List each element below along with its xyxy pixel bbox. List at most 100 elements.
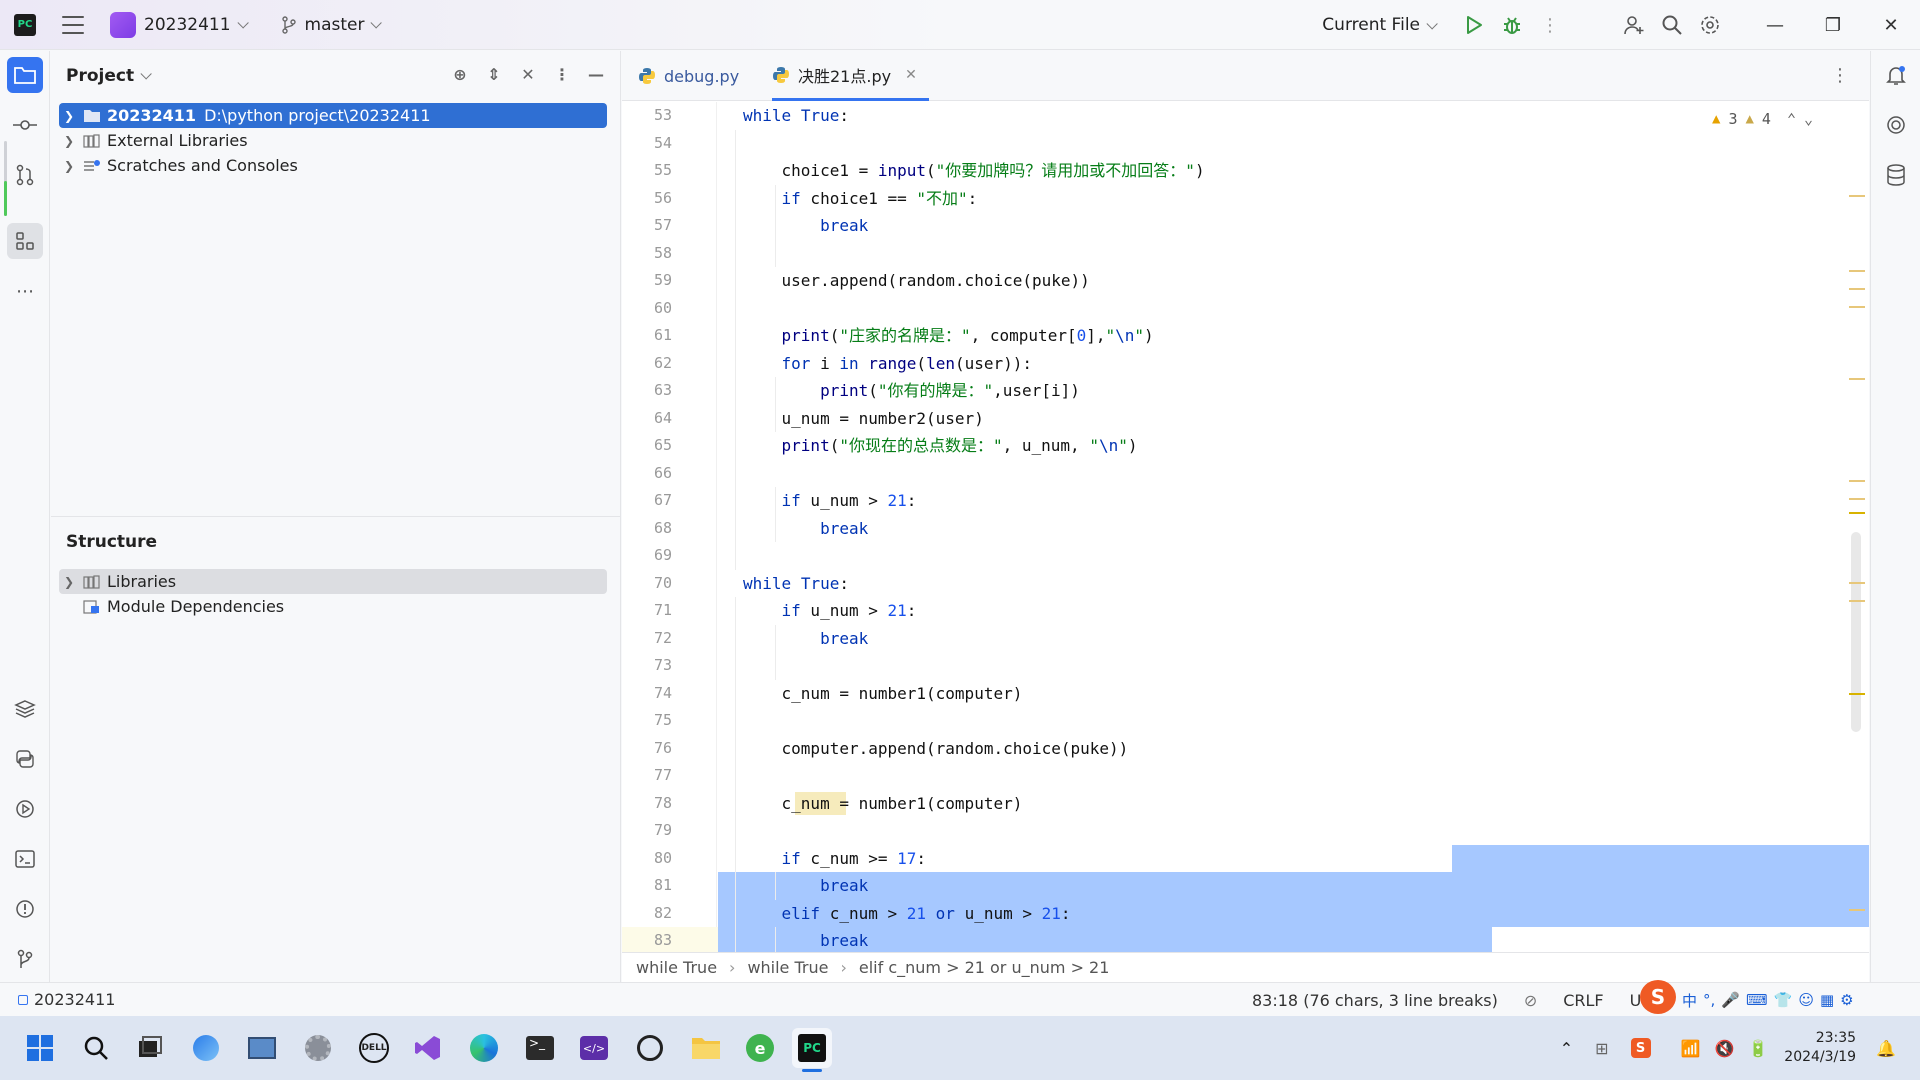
- breadcrumb-item[interactable]: elif c_num > 21 or u_num > 21: [859, 958, 1110, 977]
- tree-item-module-dependencies[interactable]: Module Dependencies: [59, 594, 607, 619]
- battery-icon[interactable]: 🔋: [1748, 1039, 1768, 1058]
- breadcrumb-item[interactable]: while True: [636, 958, 717, 977]
- code-line[interactable]: 71 if u_num > 21:: [622, 597, 1869, 625]
- dev-home-icon[interactable]: </>: [574, 1028, 614, 1068]
- code-line[interactable]: 69: [622, 542, 1869, 570]
- code-line[interactable]: 83 break: [622, 927, 1869, 952]
- code-line[interactable]: 61 print("庄家的名牌是：", computer[0],"\n"): [622, 322, 1869, 350]
- python-packages-icon[interactable]: [7, 691, 43, 727]
- tree-item-libraries[interactable]: ❯ Libraries: [59, 569, 607, 594]
- code-line[interactable]: 82 elif c_num > 21 or u_num > 21:: [622, 900, 1869, 928]
- code-line[interactable]: 59 user.append(random.choice(puke)): [622, 267, 1869, 295]
- code-line[interactable]: 53 while True:: [622, 102, 1869, 130]
- python-console-icon[interactable]: [7, 741, 43, 777]
- code-line[interactable]: 68 break: [622, 515, 1869, 543]
- sogou-ime-logo-icon[interactable]: S: [1640, 980, 1676, 1014]
- visual-studio-icon[interactable]: [408, 1028, 448, 1068]
- ime-keyboard-icon[interactable]: ⌨: [1746, 991, 1768, 1009]
- code-line[interactable]: 60: [622, 295, 1869, 323]
- code-line[interactable]: 67 if u_num > 21:: [622, 487, 1869, 515]
- search-icon[interactable]: [1660, 13, 1684, 37]
- pycharm-logo-icon[interactable]: PC: [14, 13, 36, 36]
- more-tools-icon[interactable]: ⋯: [7, 273, 43, 309]
- code-line[interactable]: 70 while True:: [622, 570, 1869, 598]
- chevron-right-icon[interactable]: ❯: [59, 575, 79, 589]
- chevron-down-icon[interactable]: [140, 68, 152, 80]
- windows-start-icon[interactable]: [20, 1028, 60, 1068]
- expand-all-icon[interactable]: ⇕: [484, 64, 504, 84]
- collapse-all-icon[interactable]: ✕: [518, 64, 538, 84]
- options-icon[interactable]: ⋮: [552, 64, 572, 84]
- code-line[interactable]: 72 break: [622, 625, 1869, 653]
- project-panel-title[interactable]: Project: [66, 66, 134, 86]
- editor-scrollbar[interactable]: [1851, 532, 1861, 732]
- debug-icon[interactable]: [1500, 13, 1524, 37]
- code-line[interactable]: 79: [622, 817, 1869, 845]
- more-actions-icon[interactable]: ⋮: [1538, 13, 1562, 37]
- code-line[interactable]: 56 if choice1 == "不加":: [622, 185, 1869, 213]
- show-hidden-icons-icon[interactable]: ⌃: [1560, 1039, 1573, 1058]
- code-line[interactable]: 58: [622, 240, 1869, 268]
- project-badge-icon[interactable]: [110, 11, 136, 38]
- problems-icon[interactable]: [7, 891, 43, 927]
- minimize-button[interactable]: —: [1746, 0, 1804, 50]
- code-line[interactable]: 62 for i in range(len(user)):: [622, 350, 1869, 378]
- edge-browser-icon[interactable]: [464, 1028, 504, 1068]
- chevron-down-icon[interactable]: [236, 16, 249, 29]
- chevron-right-icon[interactable]: ❯: [59, 134, 79, 148]
- settings-app-icon[interactable]: [298, 1028, 338, 1068]
- project-folder-icon[interactable]: [7, 57, 43, 93]
- task-view-icon[interactable]: [130, 1028, 170, 1068]
- commit-icon[interactable]: [7, 107, 43, 143]
- tab-main-py[interactable]: 决胜21点.py ✕: [772, 51, 929, 101]
- code-line[interactable]: 57 break: [622, 212, 1869, 240]
- run-configuration-selector[interactable]: Current File: [1322, 15, 1438, 35]
- ime-tray-icon[interactable]: ⊞: [1595, 1039, 1608, 1058]
- taskbar-search-icon[interactable]: [76, 1028, 116, 1068]
- locate-file-icon[interactable]: ⊕: [450, 64, 470, 84]
- ime-emoji-icon[interactable]: ☺: [1798, 991, 1814, 1009]
- notifications-icon[interactable]: [1878, 57, 1914, 93]
- code-line[interactable]: 73: [622, 652, 1869, 680]
- copilot-app-icon[interactable]: [186, 1028, 226, 1068]
- code-line[interactable]: 74 c_num = number1(computer): [622, 680, 1869, 708]
- pycharm-taskbar-icon[interactable]: PC: [792, 1028, 832, 1072]
- pull-requests-icon[interactable]: [7, 157, 43, 193]
- code-editor[interactable]: 53 while True: 54 55 choice1 = input("你要加牌吗…: [622, 102, 1869, 952]
- line-separator[interactable]: CRLF: [1563, 991, 1603, 1010]
- code-line[interactable]: 66: [622, 460, 1869, 488]
- run-icon[interactable]: [1462, 13, 1486, 37]
- browser-e-icon[interactable]: e: [740, 1028, 780, 1068]
- tab-debug-py[interactable]: debug.py: [638, 51, 739, 101]
- taskbar-clock[interactable]: 23:35 2024/3/19: [1784, 1029, 1856, 1067]
- ime-voice-icon[interactable]: 🎤: [1721, 991, 1740, 1009]
- breadcrumb-item[interactable]: while True: [747, 958, 828, 977]
- dell-app-icon[interactable]: DELL: [354, 1028, 394, 1068]
- ime-settings-icon[interactable]: ⚙: [1840, 991, 1853, 1009]
- tree-item-project-root[interactable]: ❯ 20232411 D:\python project\20232411: [59, 103, 607, 128]
- project-switcher[interactable]: 20232411: [144, 15, 231, 35]
- next-highlight-icon[interactable]: ⌄: [1804, 110, 1813, 128]
- code-line[interactable]: 54: [622, 130, 1869, 158]
- code-line[interactable]: 63 print("你有的牌是：",user[i]): [622, 377, 1869, 405]
- no-inspection-icon[interactable]: ⊘: [1524, 991, 1537, 1010]
- main-menu-icon[interactable]: [62, 15, 84, 34]
- caret-position[interactable]: 83:18 (76 chars, 3 line breaks): [1252, 991, 1498, 1010]
- restore-button[interactable]: ❐: [1804, 0, 1862, 50]
- tree-item-scratches[interactable]: ❯ Scratches and Consoles: [59, 153, 607, 178]
- code-line[interactable]: 76 computer.append(random.choice(puke)): [622, 735, 1869, 763]
- inspection-widget[interactable]: ▲ 3 ▲ 4 ⌃ ⌄: [1712, 110, 1813, 128]
- chevron-right-icon[interactable]: ❯: [59, 109, 79, 123]
- structure-icon[interactable]: [7, 223, 43, 259]
- code-line[interactable]: 55 choice1 = input("你要加牌吗？请用加或不加回答："): [622, 157, 1869, 185]
- close-tab-icon[interactable]: ✕: [905, 67, 917, 83]
- performance-monitor-icon[interactable]: [242, 1028, 282, 1068]
- terminal-icon[interactable]: [7, 841, 43, 877]
- chatgpt-icon[interactable]: [630, 1028, 670, 1068]
- code-line[interactable]: 65 print("你现在的总点数是：", u_num, "\n"): [622, 432, 1869, 460]
- ime-toolbox-icon[interactable]: ▦: [1820, 991, 1834, 1009]
- ime-punctuation-icon[interactable]: °,: [1703, 991, 1715, 1009]
- tab-options-icon[interactable]: ⋮: [1831, 65, 1849, 86]
- git-icon[interactable]: [7, 941, 43, 977]
- status-project-name[interactable]: 20232411: [34, 990, 115, 1009]
